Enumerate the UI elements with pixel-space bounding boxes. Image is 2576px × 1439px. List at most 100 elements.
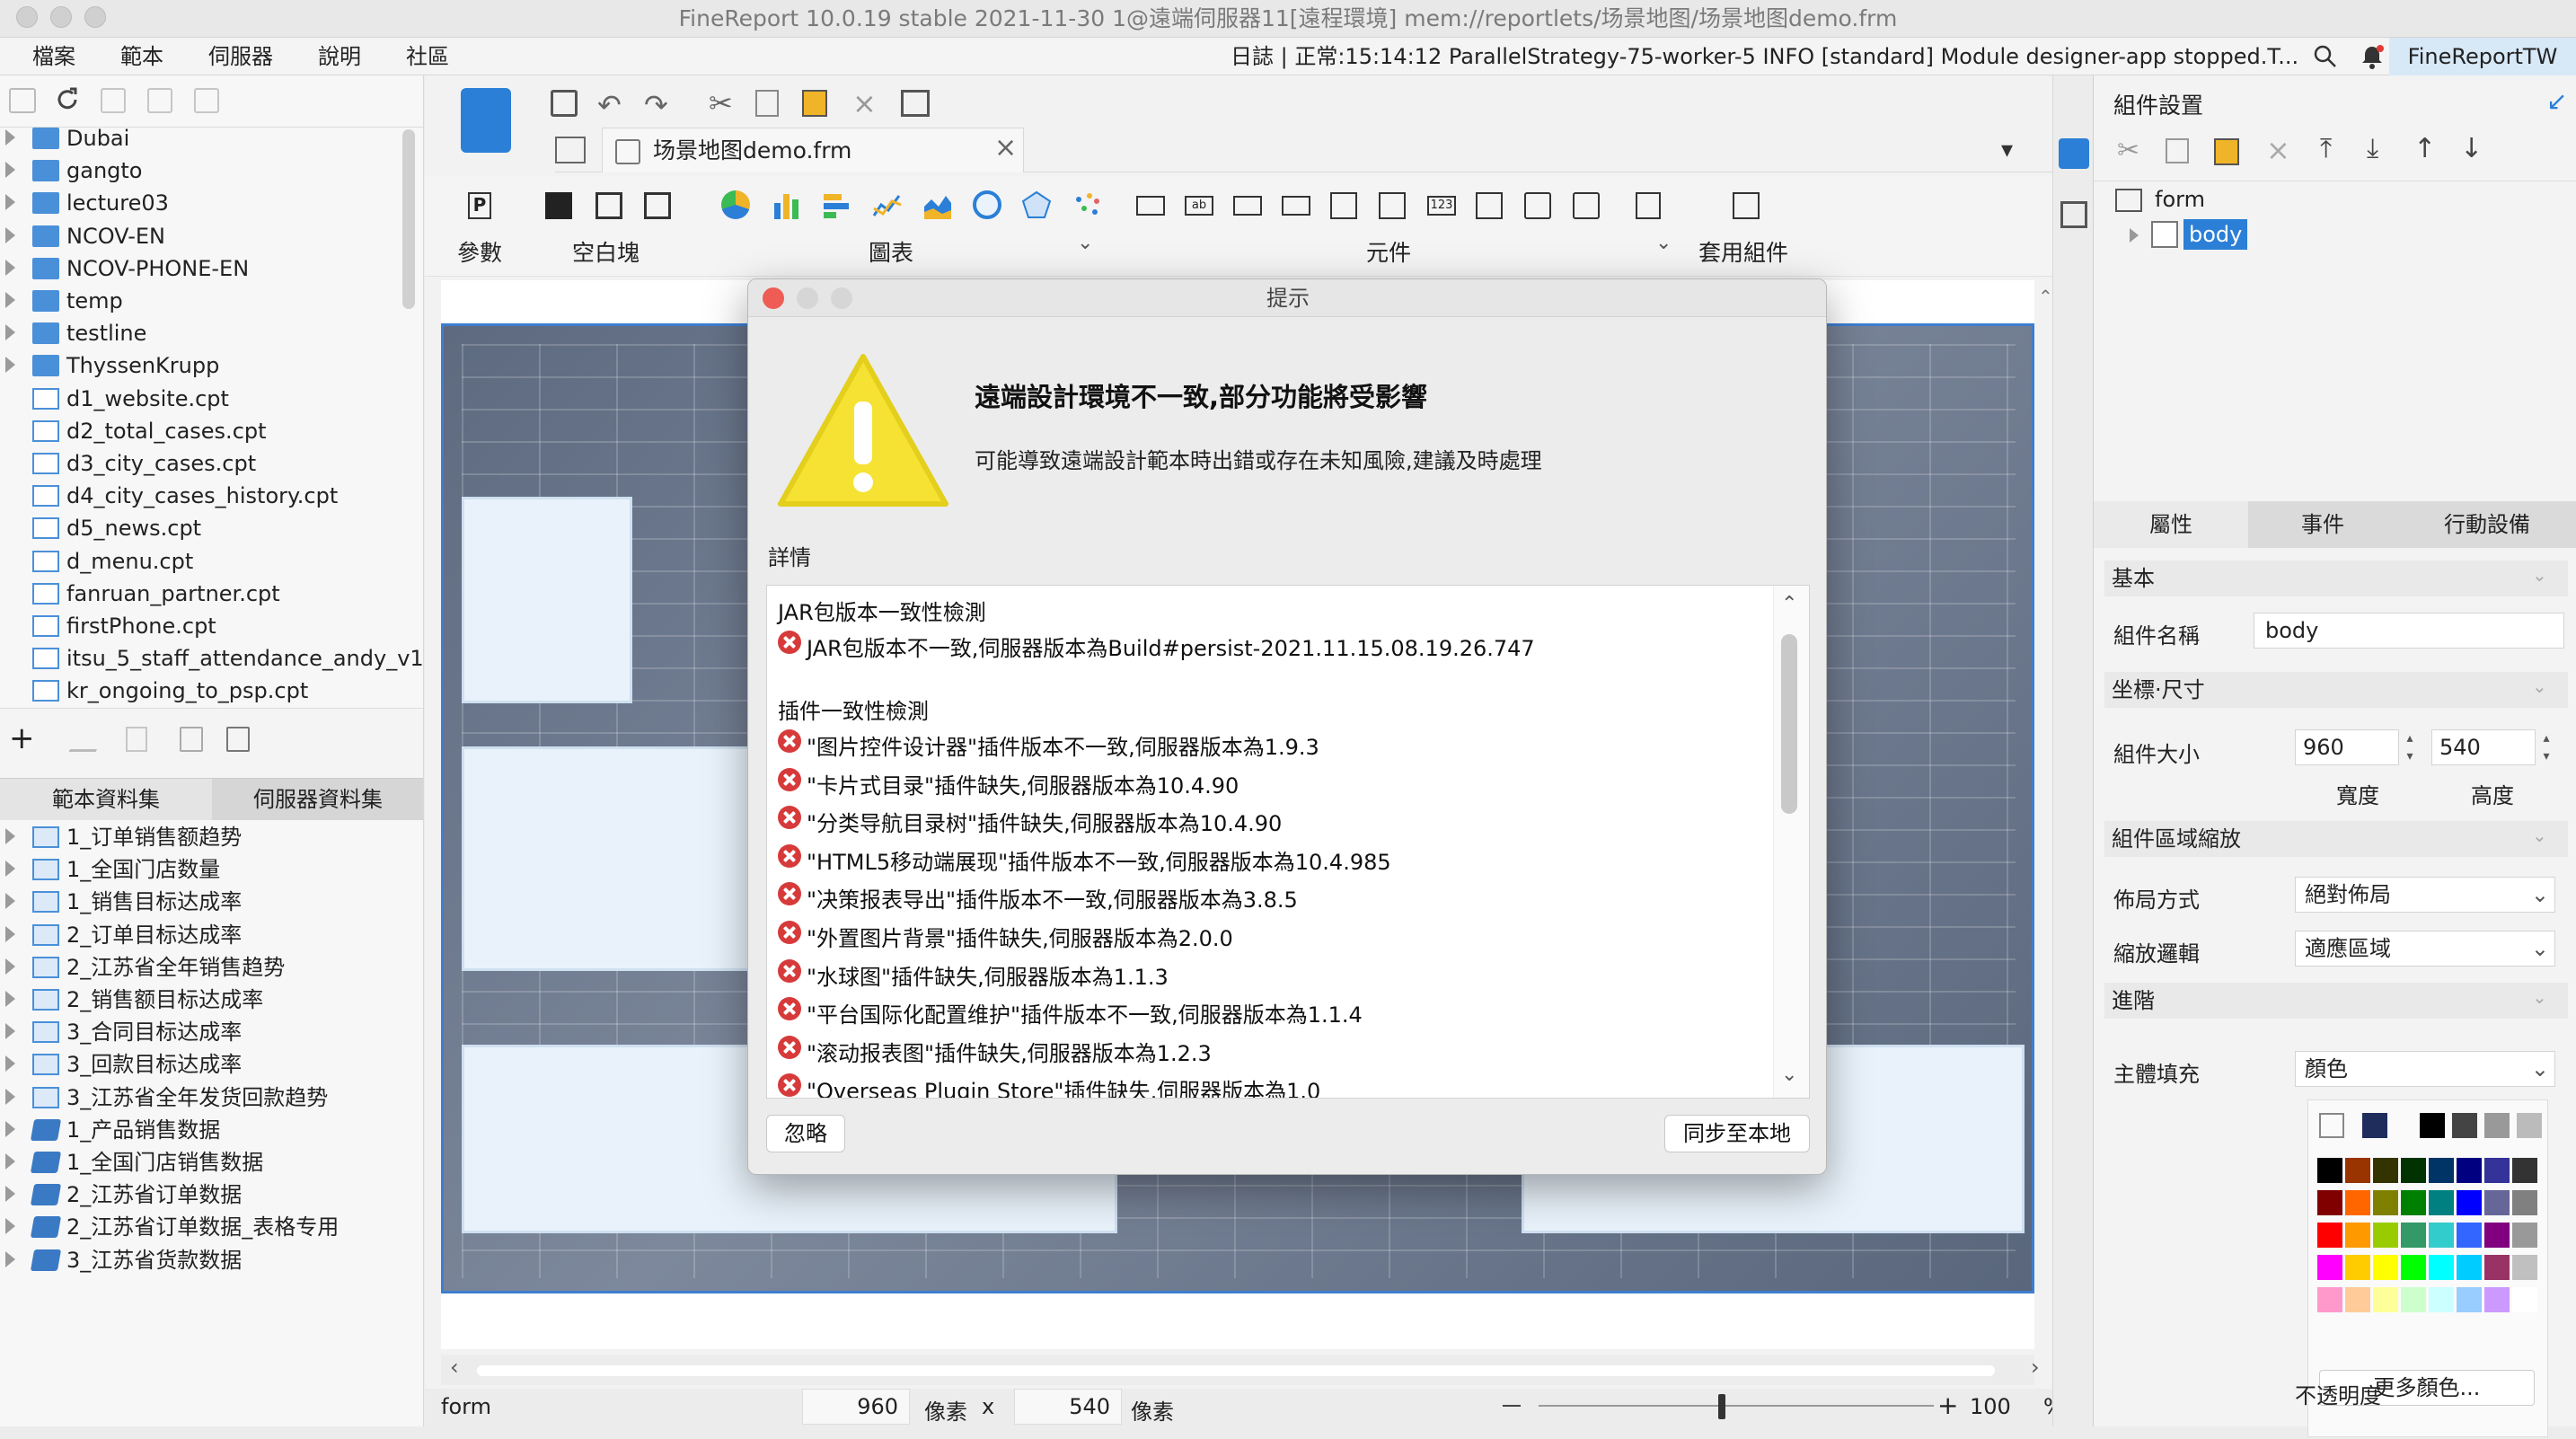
tab-menu-icon[interactable]: ▾ <box>2001 137 2013 163</box>
color-swatch[interactable] <box>2317 1223 2342 1248</box>
component-package-icon[interactable] <box>1733 192 1760 219</box>
section-basic[interactable]: 基本 <box>2104 561 2568 596</box>
tree-file-item[interactable]: firstPhone.cpt <box>0 610 413 642</box>
expand-arrow-icon[interactable] <box>5 958 15 975</box>
expand-arrow-icon[interactable] <box>5 324 15 341</box>
menu-server[interactable]: 伺服器 <box>208 38 273 75</box>
copy-icon[interactable] <box>755 90 779 117</box>
tree-file-item[interactable]: d2_total_cases.cpt <box>0 415 413 447</box>
canvas-vscroll[interactable]: ⌃ <box>2038 280 2053 1439</box>
dataset-item[interactable]: 1_产品销售数据 <box>0 1114 413 1146</box>
button-widget-icon[interactable] <box>1233 196 1262 216</box>
width-input[interactable]: 960 <box>2295 729 2399 765</box>
width-stepper[interactable]: ▴ ▾ <box>2401 729 2419 765</box>
tree-folder-item[interactable]: testline <box>0 317 413 349</box>
copy-icon[interactable] <box>194 88 219 113</box>
widget-group-dropdown-icon[interactable]: ⌄ <box>1655 232 1672 254</box>
dataset-item[interactable]: 1_销售目标达成率 <box>0 886 413 918</box>
menu-template[interactable]: 範本 <box>120 38 163 75</box>
color-swatch[interactable] <box>2345 1190 2370 1215</box>
gauge-chart-icon[interactable] <box>973 190 1001 219</box>
new-folder-icon[interactable] <box>9 88 36 113</box>
chart-group-dropdown-icon[interactable]: ⌄ <box>1077 232 1093 254</box>
pie-chart-icon[interactable] <box>721 190 750 219</box>
expand-arrow-icon[interactable] <box>5 893 15 910</box>
scroll-up-icon[interactable]: ⌃ <box>2038 286 2053 307</box>
report-block-icon[interactable] <box>644 192 671 219</box>
color-swatch[interactable] <box>2401 1190 2426 1215</box>
preview-icon[interactable] <box>901 90 930 117</box>
log-status-text[interactable]: 日誌 | 正常:15:14:12 ParallelStrategy-75-wor… <box>1231 38 2299 75</box>
color-swatch[interactable] <box>2317 1158 2342 1183</box>
move-bottom-icon[interactable]: ⤓ <box>2367 133 2378 164</box>
zoom-out-icon[interactable] <box>1503 1405 1521 1407</box>
undo-icon[interactable]: ↶ <box>597 88 622 122</box>
scroll-right-icon[interactable]: › <box>2031 1355 2040 1380</box>
preview-dataset-icon[interactable] <box>180 727 203 752</box>
color-swatch[interactable] <box>2512 1287 2537 1312</box>
color-swatch[interactable] <box>2317 1190 2342 1215</box>
combo-widget-icon[interactable] <box>1282 196 1310 216</box>
color-swatch[interactable] <box>2457 1158 2482 1183</box>
chevron-down-icon[interactable]: ⌄ <box>2532 825 2547 846</box>
widget-library-icon[interactable] <box>2060 201 2087 228</box>
paste-icon[interactable] <box>802 90 827 117</box>
height-stepper[interactable]: ▴ ▾ <box>2537 729 2555 765</box>
expand-arrow-icon[interactable] <box>5 925 15 942</box>
color-swatch[interactable] <box>2373 1190 2398 1215</box>
color-swatch[interactable] <box>2429 1287 2454 1312</box>
tree-folder-item[interactable]: Dubai <box>0 122 413 154</box>
expand-arrow-icon[interactable] <box>5 292 15 308</box>
scroll-up-icon[interactable]: ⌃ <box>1781 593 1797 615</box>
scatter-chart-icon[interactable] <box>1072 190 1102 221</box>
label-widget-icon[interactable] <box>1136 196 1165 216</box>
eyedropper-icon[interactable] <box>2319 1113 2344 1138</box>
color-swatch[interactable] <box>2345 1255 2370 1280</box>
add-dataset-icon[interactable]: + <box>9 723 35 754</box>
tab-template-datasets[interactable]: 範本資料集 <box>0 779 212 820</box>
dataset-item[interactable]: 1_全国门店数量 <box>0 853 413 886</box>
tree-folder-item[interactable]: NCOV-PHONE-EN <box>0 252 413 285</box>
dataset-item[interactable]: 2_订单目标达成率 <box>0 919 413 951</box>
color-swatch[interactable] <box>2484 1287 2510 1312</box>
dataset-item[interactable]: 3_江苏省全年发货回款趋势 <box>0 1081 413 1114</box>
expand-body-arrow[interactable] <box>2130 228 2139 243</box>
move-down-icon[interactable]: ↓ <box>2460 133 2483 164</box>
search-widget-icon[interactable] <box>1636 192 1661 219</box>
canvas-hscroll[interactable]: ‹ › <box>441 1355 2040 1385</box>
color-swatch[interactable] <box>2512 1223 2537 1248</box>
bar-chart-icon[interactable] <box>772 190 802 221</box>
name-input[interactable]: body <box>2254 613 2564 649</box>
parameter-icon[interactable]: P <box>468 192 491 219</box>
grid-view-icon[interactable] <box>555 137 586 163</box>
zoom-slider-thumb[interactable] <box>1718 1394 1725 1419</box>
details-list[interactable]: JAR包版本一致性檢測 JAR包版本不一致,伺服器版本為Build#persis… <box>766 585 1810 1099</box>
expand-arrow-icon[interactable] <box>5 194 15 211</box>
expand-arrow-icon[interactable] <box>5 1088 15 1105</box>
dataset-item[interactable]: 2_销售额目标达成率 <box>0 984 413 1016</box>
color-swatch[interactable] <box>2373 1255 2398 1280</box>
color-swatch[interactable] <box>2429 1158 2454 1183</box>
edit-icon[interactable] <box>68 728 110 752</box>
menu-community[interactable]: 社區 <box>406 38 449 75</box>
dataset-item[interactable]: 2_江苏省全年销售趋势 <box>0 951 413 984</box>
form-template-icon[interactable] <box>461 88 511 153</box>
delete-icon[interactable]: × <box>2266 133 2290 167</box>
color-swatch[interactable] <box>2457 1190 2482 1215</box>
line-chart-icon[interactable] <box>872 190 903 221</box>
move-top-icon[interactable]: ⤒ <box>2320 133 2332 164</box>
color-swatch[interactable] <box>2373 1287 2398 1312</box>
fill-select[interactable]: 顏色 ⌄ <box>2295 1051 2555 1087</box>
canvas-height-input[interactable]: 540 <box>1014 1389 1122 1425</box>
color-swatch[interactable] <box>2484 1223 2510 1248</box>
expand-arrow-icon[interactable] <box>5 1055 15 1073</box>
scale-select[interactable]: 適應區域 ⌄ <box>2295 931 2555 967</box>
delete-icon[interactable]: × <box>852 86 877 120</box>
tree-file-item[interactable]: d3_city_cases.cpt <box>0 447 413 480</box>
tree-folder-item[interactable]: ThyssenKrupp <box>0 349 413 382</box>
tree-folder-item[interactable]: lecture03 <box>0 187 413 219</box>
tab-attributes[interactable]: 屬性 <box>2094 501 2248 548</box>
textarea-widget-icon[interactable] <box>1476 192 1503 219</box>
color-swatch[interactable] <box>2429 1190 2454 1215</box>
tab-server-datasets[interactable]: 伺服器資料集 <box>212 779 423 820</box>
